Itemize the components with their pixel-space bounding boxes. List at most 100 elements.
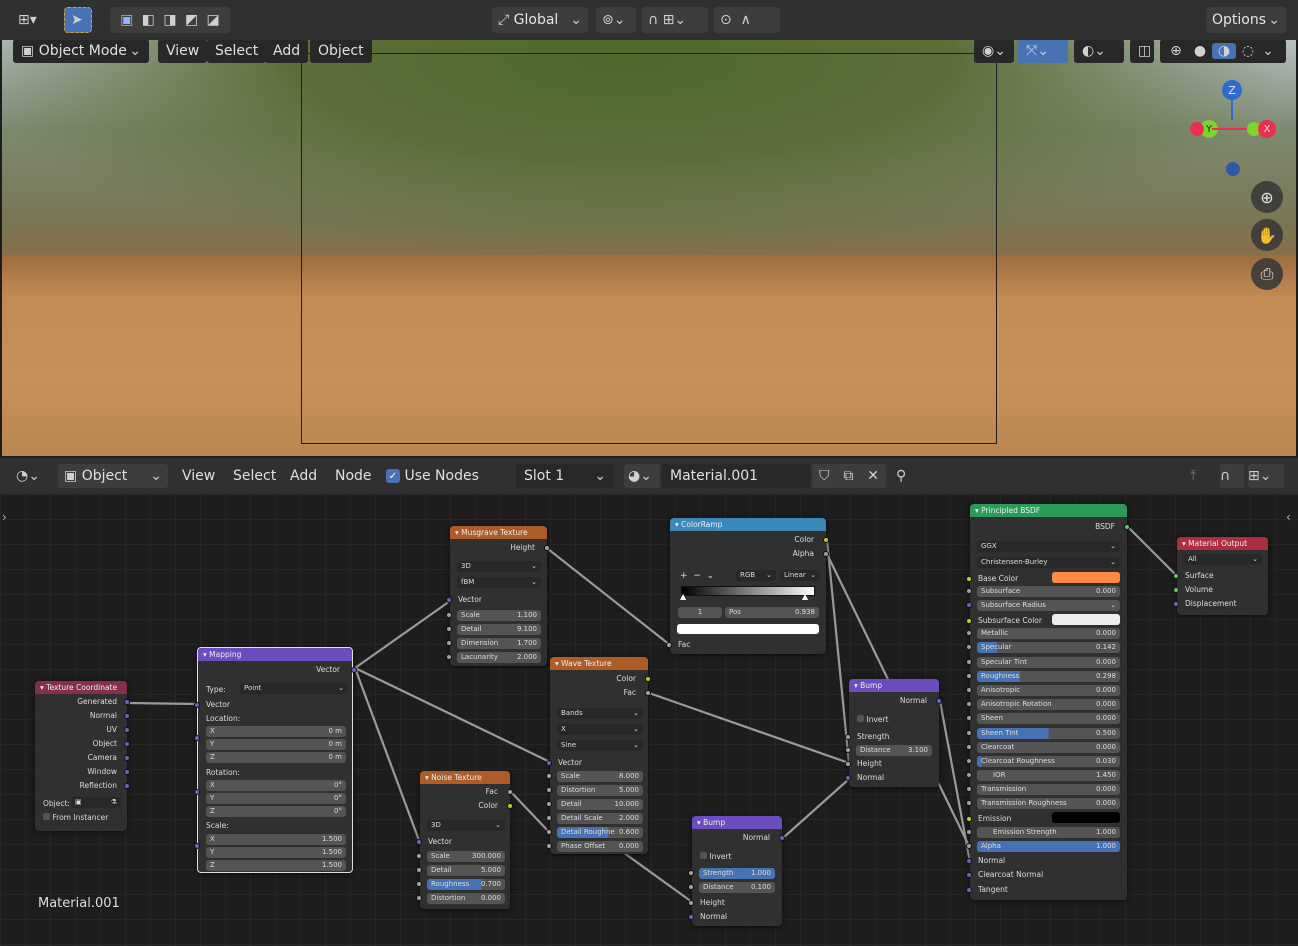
socket[interactable]	[966, 687, 972, 693]
socket[interactable]	[507, 789, 513, 795]
socket[interactable]	[966, 630, 972, 636]
rotation-y[interactable]: Y 0°	[206, 793, 346, 804]
field-metallic[interactable]: Metallic 0.000	[977, 628, 1120, 639]
ramp-buttons[interactable]: + − ⌄	[680, 571, 714, 581]
field-distortion[interactable]: Distortion 0.000	[427, 893, 505, 904]
field-dimension[interactable]: Dimension 1.700	[457, 638, 541, 649]
pivot-dropdown[interactable]: ⊚⌄	[596, 7, 636, 33]
field-transmission[interactable]: Transmission 0.000	[977, 784, 1120, 795]
node-menu-select[interactable]: Select	[233, 464, 276, 488]
socket[interactable]	[966, 858, 972, 864]
field-detail[interactable]: Detail 9.100	[457, 624, 541, 635]
parent-node-tree-icon[interactable]: ⤒	[1190, 464, 1210, 488]
stop-index-field[interactable]: 1	[678, 607, 722, 618]
node-bump-2[interactable]: ▾ Bump Normal Invert Strength 1.000 Dista…	[688, 816, 785, 926]
node-header[interactable]: ▾ Mapping	[198, 648, 352, 661]
socket[interactable]	[688, 884, 694, 890]
type-dropdown[interactable]: Point ⌄	[240, 683, 348, 694]
fake-user-shield-icon[interactable]: ⛉	[819, 468, 830, 484]
field-distortion[interactable]: Distortion 5.000	[557, 785, 643, 796]
socket[interactable]	[446, 654, 452, 660]
select-new-icon[interactable]: ▣	[116, 12, 138, 28]
node-header[interactable]: ▾ Bump	[849, 679, 939, 692]
viewport-menu-object[interactable]: Object	[310, 40, 372, 63]
proportional-edit-group[interactable]: ⊙ ∧	[714, 7, 780, 33]
subsurface-method-dropdown[interactable]: Christensen-Burley ⌄	[977, 557, 1120, 568]
socket[interactable]	[446, 640, 452, 646]
field-sheen[interactable]: Sheen 0.000	[977, 713, 1120, 724]
node-bump-1[interactable]: ▾ Bump Normal Invert Strength Distance 3.…	[845, 679, 942, 787]
viewport-menu-view[interactable]: View	[158, 40, 208, 63]
from-instancer-checkbox[interactable]: From Instancer	[43, 813, 108, 822]
scale-y[interactable]: Y 1.500	[206, 847, 346, 858]
field-transmission-roughness[interactable]: Transmission Roughness 0.000	[977, 798, 1120, 809]
duplicate-icon[interactable]: ⧉	[843, 468, 853, 484]
socket[interactable]	[966, 816, 972, 822]
socket[interactable]	[966, 758, 972, 764]
socket[interactable]	[124, 741, 130, 747]
socket[interactable]	[966, 644, 972, 650]
socket[interactable]	[645, 676, 651, 682]
axis-x-icon[interactable]: X	[1258, 120, 1276, 138]
wireframe-icon[interactable]: ⊕	[1164, 43, 1188, 59]
socket[interactable]	[966, 786, 972, 792]
field-specular[interactable]: Specular 0.142	[977, 642, 1120, 653]
field-subsurface[interactable]: Subsurface 0.000	[977, 586, 1120, 597]
node-principled-bsdf[interactable]: ▾ Principled BSDF BSDF GGX ⌄ Christensen-…	[966, 504, 1130, 900]
node-header[interactable]: ▾ Principled BSDF	[970, 504, 1127, 517]
color-ramp-gradient[interactable]	[681, 586, 815, 596]
falloff-icon[interactable]: ∧	[741, 12, 751, 28]
field-alpha[interactable]: Alpha 1.000	[977, 841, 1120, 852]
socket[interactable]	[416, 881, 422, 887]
zoom-icon[interactable]: ⊕	[1251, 181, 1283, 213]
material-browse-button[interactable]: ◕⌄	[624, 464, 660, 488]
snap-target-icon[interactable]: ⊞⌄	[663, 12, 686, 28]
node-header[interactable]: ▾ Wave Texture	[550, 657, 648, 670]
field-clearcoat-roughness[interactable]: Clearcoat Roughness 0.030	[977, 756, 1120, 767]
ramp-stop-white[interactable]: ▲	[802, 592, 808, 601]
socket[interactable]	[194, 702, 200, 708]
location-z[interactable]: Z0 m	[206, 752, 346, 763]
socket[interactable]	[546, 843, 552, 849]
ramp-stop-black[interactable]: ▲	[680, 592, 686, 601]
node-header[interactable]: ▾ Bump	[692, 816, 782, 829]
socket[interactable]	[1173, 573, 1179, 579]
select-invert-icon[interactable]: ◩	[181, 12, 203, 28]
proportional-edit-icon[interactable]: ⊙	[720, 12, 732, 28]
solid-icon[interactable]: ●	[1188, 43, 1212, 59]
field-scale[interactable]: Scale 1.100	[457, 610, 541, 621]
socket[interactable]	[124, 783, 130, 789]
dimensions-dropdown[interactable]: 3D ⌄	[427, 820, 505, 831]
subsurface-radius-dropdown[interactable]: Subsurface Radius ⌄	[977, 600, 1120, 611]
slot-dropdown[interactable]: Slot 1 ⌄	[516, 464, 614, 488]
rotation-x[interactable]: X 0°	[206, 780, 346, 791]
node-wave-texture[interactable]: ▾ Wave Texture Color Fac Bands ⌄ X ⌄ Sine ⌄…	[546, 657, 651, 854]
socket[interactable]	[351, 667, 357, 673]
options-dropdown[interactable]: Options ⌄	[1206, 7, 1286, 33]
socket[interactable]	[546, 787, 552, 793]
object-picker[interactable]: ▣ ⚗	[71, 797, 121, 808]
socket[interactable]	[546, 760, 552, 766]
field-detail[interactable]: Detail 5.000	[427, 865, 505, 876]
base-color-swatch[interactable]	[1052, 572, 1120, 583]
field-clearcoat[interactable]: Clearcoat 0.000	[977, 742, 1120, 753]
select-extend-icon[interactable]: ◧	[138, 12, 160, 28]
socket[interactable]	[546, 773, 552, 779]
socket[interactable]	[194, 843, 200, 849]
viewport-menu-select[interactable]: Select	[207, 40, 267, 63]
field-sheen-tint[interactable]: Sheen Tint 0.500	[977, 728, 1120, 739]
socket[interactable]	[1173, 601, 1179, 607]
socket[interactable]	[688, 914, 694, 920]
musgrave-type-dropdown[interactable]: fBM ⌄	[457, 577, 541, 588]
socket[interactable]	[966, 673, 972, 679]
field-detail-scale[interactable]: Detail Scale 2.000	[557, 813, 643, 824]
node-header[interactable]: ▾ Material Output	[1177, 537, 1268, 550]
socket[interactable]	[966, 730, 972, 736]
node-header[interactable]: ▾ ColorRamp	[670, 518, 826, 531]
socket[interactable]	[966, 602, 972, 608]
object-context-dropdown[interactable]: ▣ Object ⌄	[58, 464, 168, 488]
socket[interactable]	[1124, 524, 1130, 530]
node-menu-add[interactable]: Add	[290, 464, 317, 488]
socket[interactable]	[544, 545, 550, 551]
socket[interactable]	[966, 588, 972, 594]
